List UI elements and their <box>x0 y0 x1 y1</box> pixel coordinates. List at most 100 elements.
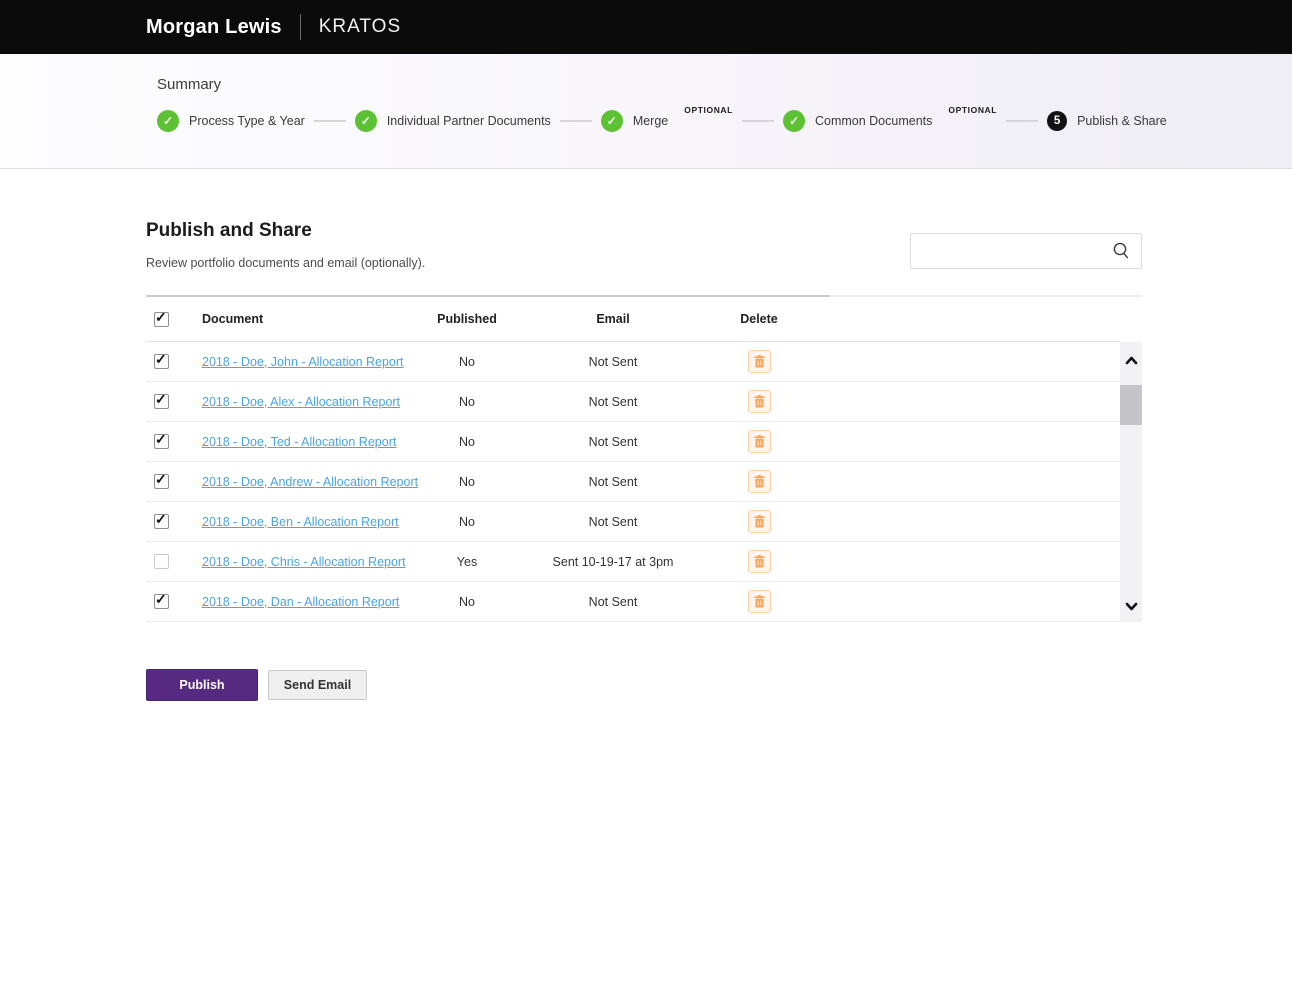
step-optional-tag: OPTIONAL <box>684 105 733 115</box>
table-row: 2018 - Doe, Ben - Allocation Report No N… <box>146 502 1120 542</box>
row-checkbox[interactable] <box>154 591 169 609</box>
email-status: Not Sent <box>588 354 638 369</box>
step-label: Publish & Share <box>1077 114 1167 128</box>
published-status: No <box>459 474 475 489</box>
trash-icon <box>753 395 765 408</box>
step-optional-tag: OPTIONAL <box>948 105 998 115</box>
document-link[interactable]: 2018 - Doe, Chris - Allocation Report <box>202 555 406 569</box>
trash-icon <box>753 355 765 368</box>
page-title: Publish and Share <box>146 220 312 241</box>
table-scrollbar[interactable] <box>1120 342 1142 622</box>
delete-button[interactable] <box>747 590 771 613</box>
table-top-divider <box>146 295 1142 297</box>
email-status: Not Sent <box>588 434 638 449</box>
row-checkbox[interactable] <box>154 511 169 529</box>
trash-icon <box>753 475 765 488</box>
page-subtitle: Review portfolio documents and email (op… <box>146 256 426 270</box>
send-email-button[interactable]: Send Email <box>268 670 367 700</box>
brand-divider <box>299 14 301 40</box>
document-link[interactable]: 2018 - Doe, John - Allocation Report <box>202 355 404 369</box>
step-connector <box>313 120 346 122</box>
column-header-published: Published <box>437 312 497 326</box>
search-icon <box>1111 241 1131 261</box>
step-label: Common Documents <box>814 114 933 128</box>
table-row: 2018 - Doe, Dan - Allocation Report No N… <box>146 582 1120 622</box>
summary-band: Summary ✓ Process Type & Year ✓ Individu… <box>0 54 1292 169</box>
action-buttons: Publish Send Email <box>146 669 367 701</box>
column-header-document: Document <box>202 312 264 326</box>
row-checkbox[interactable] <box>154 351 169 369</box>
delete-button[interactable] <box>747 350 771 373</box>
delete-button[interactable] <box>747 390 771 413</box>
delete-button[interactable] <box>747 550 771 573</box>
step-check-icon[interactable]: ✓ <box>157 110 179 132</box>
summary-title: Summary <box>157 76 222 93</box>
step-label: Process Type & Year <box>189 114 305 128</box>
trash-icon <box>753 435 765 448</box>
table-row: 2018 - Doe, Andrew - Allocation Report N… <box>146 462 1120 502</box>
app-header: Morgan Lewis KRATOS <box>0 0 1292 54</box>
email-status: Not Sent <box>588 474 638 489</box>
published-status: No <box>459 434 475 449</box>
column-header-delete: Delete <box>740 312 778 326</box>
main-content: Publish and Share Review portfolio docum… <box>0 169 1292 993</box>
document-link[interactable]: 2018 - Doe, Ben - Allocation Report <box>202 515 399 529</box>
product-name: KRATOS <box>318 16 402 37</box>
published-status: No <box>459 594 475 609</box>
document-link[interactable]: 2018 - Doe, Andrew - Allocation Report <box>202 475 418 489</box>
delete-button[interactable] <box>747 430 771 453</box>
step-connector <box>559 120 592 122</box>
published-status: No <box>459 394 475 409</box>
step-check-icon[interactable]: ✓ <box>354 110 377 132</box>
document-link[interactable]: 2018 - Doe, Dan - Allocation Report <box>202 595 399 609</box>
trash-icon <box>753 515 765 528</box>
stepper-steps: ✓ Process Type & Year ✓ Individual Partn… <box>157 105 1292 132</box>
step-check-icon[interactable]: ✓ <box>600 110 623 132</box>
document-link[interactable]: 2018 - Doe, Alex - Allocation Report <box>202 395 400 409</box>
row-checkbox[interactable] <box>154 554 169 569</box>
column-header-email: Email <box>596 312 630 326</box>
table-row: 2018 - Doe, Ted - Allocation Report No N… <box>146 422 1120 462</box>
step-check-icon[interactable]: ✓ <box>782 110 805 132</box>
step-connector <box>741 120 774 122</box>
email-status: Not Sent <box>588 394 638 409</box>
email-status: Not Sent <box>588 514 638 529</box>
scroll-down-button[interactable] <box>1120 596 1142 616</box>
published-status: Yes <box>456 554 478 569</box>
row-checkbox[interactable] <box>154 471 169 489</box>
scroll-up-button[interactable] <box>1120 350 1142 370</box>
search-box <box>910 233 1142 269</box>
search-input[interactable] <box>911 243 1107 259</box>
stepper-step[interactable]: ✓ Common Documents OPTIONAL <box>782 105 1047 132</box>
delete-button[interactable] <box>747 510 771 533</box>
publish-button[interactable]: Publish <box>146 669 258 701</box>
email-status: Not Sent <box>588 594 638 609</box>
row-checkbox[interactable] <box>154 431 169 449</box>
documents-table: Document Published Email Delete 2018 - D… <box>146 295 1142 622</box>
trash-icon <box>753 595 765 608</box>
chevron-up-icon <box>1125 356 1138 365</box>
table-row: 2018 - Doe, Chris - Allocation Report Ye… <box>146 542 1120 582</box>
chevron-down-icon <box>1125 602 1138 611</box>
select-all-checkbox[interactable] <box>154 309 169 327</box>
table-row: 2018 - Doe, Alex - Allocation Report No … <box>146 382 1120 422</box>
stepper-step[interactable]: 5 Publish & Share <box>1047 111 1167 131</box>
scrollbar-thumb[interactable] <box>1120 385 1142 425</box>
search-button[interactable] <box>1107 241 1141 261</box>
step-label: Merge <box>632 114 669 128</box>
table-header-row: Document Published Email Delete <box>146 297 1120 342</box>
email-status: Sent 10-19-17 at 3pm <box>552 554 674 569</box>
delete-button[interactable] <box>747 470 771 493</box>
published-status: No <box>459 354 475 369</box>
trash-icon <box>753 555 765 568</box>
step-number-badge[interactable]: 5 <box>1047 111 1068 131</box>
stepper-step[interactable]: ✓ Individual Partner Documents <box>354 110 601 132</box>
step-connector <box>1006 120 1039 122</box>
step-label: Individual Partner Documents <box>386 114 551 128</box>
row-checkbox[interactable] <box>154 391 169 409</box>
document-link[interactable]: 2018 - Doe, Ted - Allocation Report <box>202 435 396 449</box>
brand-logo: Morgan Lewis <box>146 15 282 38</box>
table-row: 2018 - Doe, John - Allocation Report No … <box>146 342 1120 382</box>
stepper-step[interactable]: ✓ Merge OPTIONAL <box>600 105 783 132</box>
stepper-step[interactable]: ✓ Process Type & Year <box>157 110 355 132</box>
